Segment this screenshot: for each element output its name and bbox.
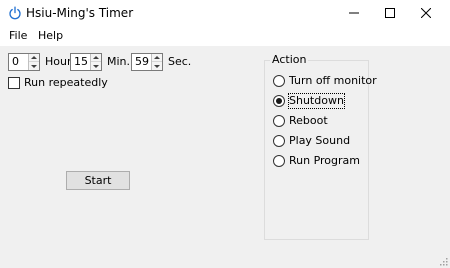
minutes-spinner[interactable]: 15 [70,53,102,71]
minutes-down-button[interactable] [91,62,101,70]
radio-label-play-sound[interactable]: Play Sound [289,134,350,148]
action-group-title: Action [270,53,309,67]
menu-bar: File Help [0,26,450,46]
arrow-up-icon [93,56,99,59]
close-icon [421,8,431,18]
resize-grip-icon[interactable] [438,256,448,266]
radio-turn-off-monitor[interactable] [273,75,285,87]
minimize-icon [349,12,359,14]
arrow-up-icon [31,56,37,59]
minutes-up-button[interactable] [91,54,101,62]
minimize-button[interactable] [336,0,372,26]
minutes-spin-buttons [90,54,101,70]
maximize-button[interactable] [372,0,408,26]
minutes-value[interactable]: 15 [74,55,88,69]
second-label: Sec. [168,55,192,68]
hours-up-button[interactable] [29,54,39,62]
start-button[interactable]: Start [66,171,130,190]
maximize-icon [385,8,395,18]
hour-label: Hour [45,55,72,68]
power-icon [9,6,21,20]
arrow-down-icon [93,64,99,68]
arrow-down-icon [154,64,160,68]
app-window: Hsiu-Ming's Timer File Help 0 Hour 15 Mi… [0,0,450,268]
hours-down-button[interactable] [29,62,39,70]
seconds-down-button[interactable] [152,62,162,70]
run-repeatedly-checkbox[interactable] [8,77,20,89]
radio-play-sound[interactable] [273,135,285,147]
radio-shutdown[interactable] [273,95,285,107]
client-area: 0 Hour 15 Min. 59 Sec. Run repeatedly St… [0,46,450,268]
arrow-up-icon [154,56,160,59]
minute-label: Min. [107,55,131,68]
radio-label-run-program[interactable]: Run Program [289,154,360,168]
window-title: Hsiu-Ming's Timer [26,6,134,20]
radio-label-turn-off-monitor[interactable]: Turn off monitor [289,74,377,88]
menu-file[interactable]: File [9,29,27,43]
title-bar[interactable]: Hsiu-Ming's Timer [0,0,450,26]
radio-run-program[interactable] [273,155,285,167]
close-button[interactable] [408,0,444,26]
menu-help[interactable]: Help [38,29,63,43]
radio-selected-dot [276,98,282,104]
radio-label-shutdown[interactable]: Shutdown [288,93,345,109]
radio-reboot[interactable] [273,115,285,127]
hours-value[interactable]: 0 [12,55,19,69]
radio-label-reboot[interactable]: Reboot [289,114,328,128]
seconds-spinner[interactable]: 59 [131,53,163,71]
seconds-spin-buttons [151,54,162,70]
arrow-down-icon [31,64,37,68]
seconds-value[interactable]: 59 [135,55,149,69]
hours-spin-buttons [28,54,39,70]
seconds-up-button[interactable] [152,54,162,62]
run-repeatedly-label[interactable]: Run repeatedly [24,76,108,90]
hours-spinner[interactable]: 0 [8,53,40,71]
